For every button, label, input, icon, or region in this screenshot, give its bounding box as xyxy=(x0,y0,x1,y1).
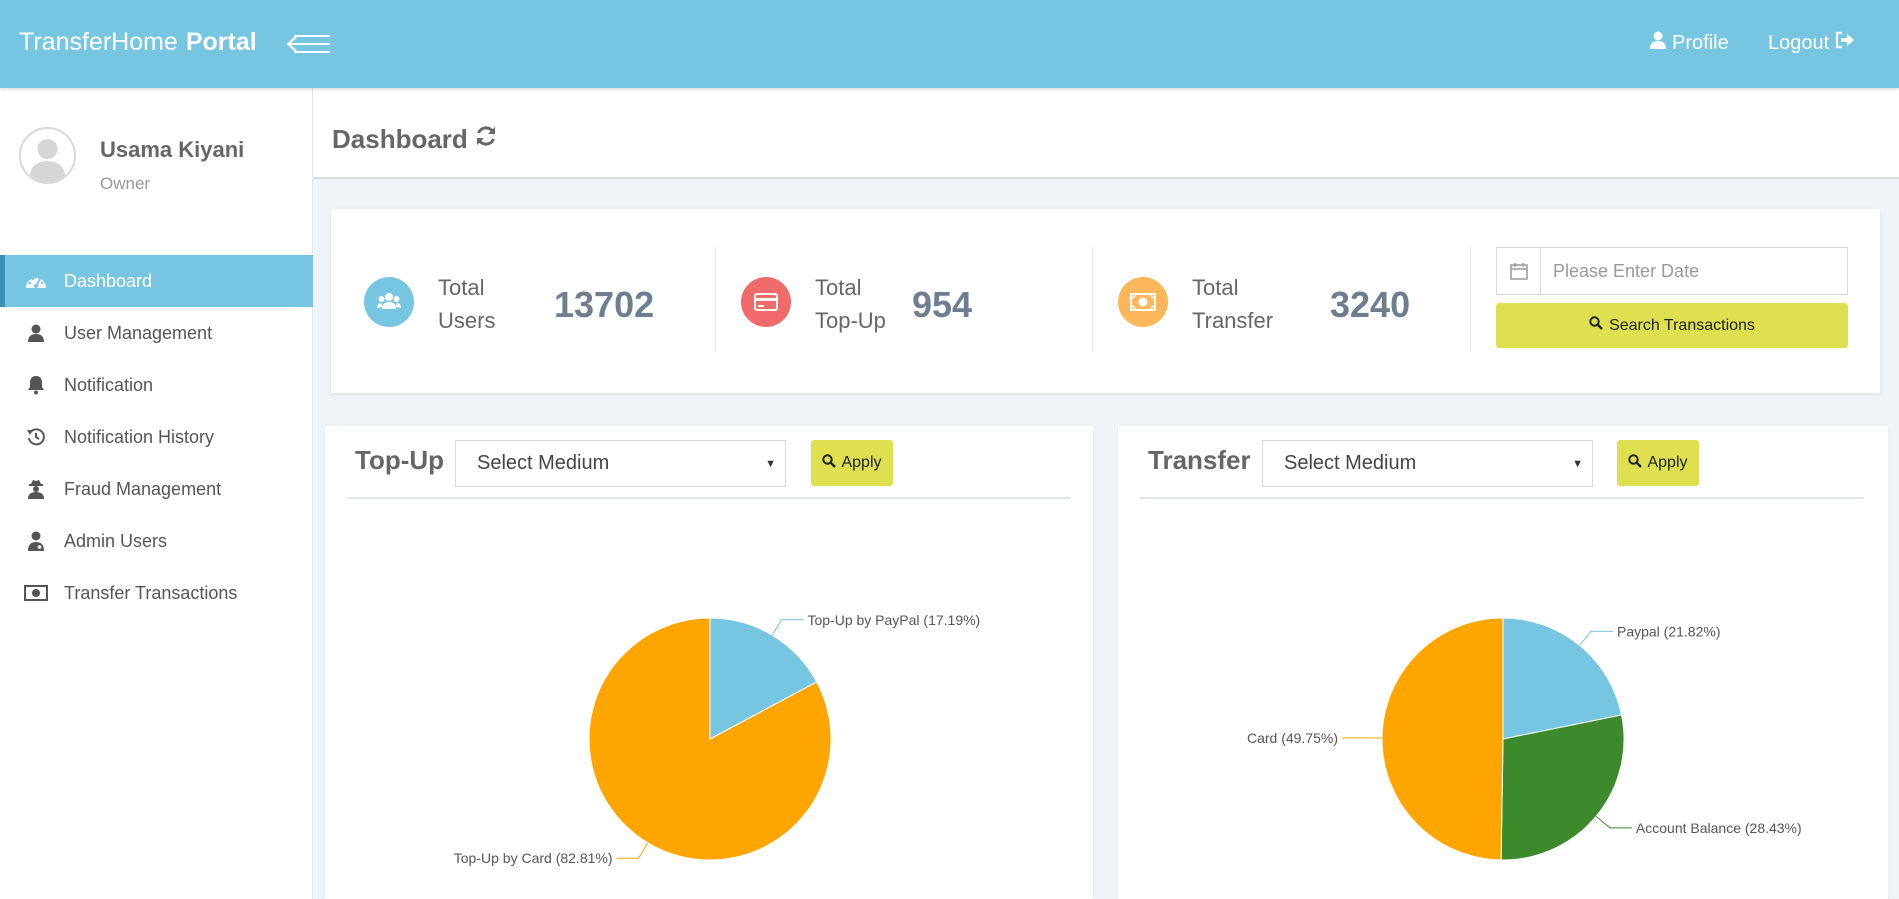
divider xyxy=(715,247,716,351)
stat-value: 13702 xyxy=(554,284,655,325)
credit-card-icon xyxy=(741,277,791,327)
logout-label: Logout xyxy=(1768,31,1830,54)
users-icon xyxy=(364,277,414,327)
sidebar-nav: Dashboard User Management Notification N… xyxy=(0,255,313,619)
stat-label: Total Top-Up xyxy=(815,275,886,333)
sidebar-item-label: User Management xyxy=(64,322,213,343)
sidebar-item-admin-users[interactable]: Admin Users xyxy=(0,515,313,567)
collapse-menu-icon[interactable] xyxy=(286,30,334,58)
pie-slice-label: Paypal (21.82%) xyxy=(1617,623,1721,639)
page-title: Dashboard xyxy=(332,124,498,155)
brand-name: TransferHome xyxy=(19,28,178,56)
pie-slice[interactable] xyxy=(1381,617,1504,861)
brand-logo[interactable]: TransferHome Portal xyxy=(19,28,257,57)
avatar[interactable] xyxy=(19,127,76,184)
divider xyxy=(1470,247,1471,351)
page-title-text: Dashboard xyxy=(332,124,468,154)
topup-pie-chart: Top-Up by PayPal (17.19%) Top-Up by Card … xyxy=(454,612,980,866)
date-field xyxy=(1496,247,1848,295)
user-secret-icon xyxy=(24,478,48,500)
page-header: Dashboard xyxy=(313,88,1899,179)
profile-label: Profile xyxy=(1672,31,1729,54)
stat-total-topup: Total Top-Up 954 xyxy=(741,249,1071,353)
pie-slice-label: Card (49.75%) xyxy=(1247,730,1338,746)
logout-link[interactable]: Logout xyxy=(1768,31,1855,55)
user-icon xyxy=(1650,31,1666,55)
sidebar-item-user-management[interactable]: User Management xyxy=(0,307,313,359)
sidebar: Usama Kiyani Owner Dashboard User Manage… xyxy=(0,88,313,899)
stat-value: 954 xyxy=(912,284,973,325)
stat-total-users: Total Users 13702 xyxy=(364,249,694,353)
dashboard-icon xyxy=(24,270,48,292)
sidebar-item-label: Transfer Transactions xyxy=(64,582,238,603)
sidebar-item-label: Admin Users xyxy=(64,530,168,551)
stat-value: 3240 xyxy=(1330,284,1411,325)
pie-leader-line xyxy=(1595,815,1632,829)
pie-leader-line xyxy=(771,619,804,636)
calendar-icon[interactable] xyxy=(1497,248,1541,294)
stat-label: Total Users xyxy=(438,275,496,333)
sign-out-icon xyxy=(1835,31,1855,55)
transfer-pie-chart: Paypal (21.82%) Account Balance (28.43%) C… xyxy=(1247,617,1802,861)
sidebar-item-label: Dashboard xyxy=(64,270,153,291)
divider xyxy=(1092,247,1093,351)
pie-slice[interactable] xyxy=(1500,714,1625,861)
sidebar-item-label: Notification History xyxy=(64,426,215,447)
stat-label: Total Transfer xyxy=(1192,275,1274,333)
pie-leader-line xyxy=(616,842,649,859)
bell-icon xyxy=(24,374,48,396)
history-icon xyxy=(24,426,48,448)
user-name: Usama Kiyani xyxy=(100,137,245,162)
sidebar-item-transfer-transactions[interactable]: Transfer Transactions xyxy=(0,567,313,619)
search-icon xyxy=(1589,316,1603,335)
stats-card: Total Users 13702 Total Top-Up 954 Total Tr… xyxy=(331,209,1880,393)
money-icon xyxy=(1118,277,1168,327)
topup-panel: Top-Up Select Medium ▼ Apply Top-Up by P… xyxy=(325,426,1093,899)
user-icon xyxy=(24,322,48,344)
profile-link[interactable]: Profile xyxy=(1650,31,1729,55)
date-input[interactable] xyxy=(1541,260,1841,282)
refresh-icon[interactable] xyxy=(474,124,498,155)
sidebar-item-label: Fraud Management xyxy=(64,478,222,499)
pie-slice-label: Top-Up by PayPal (17.19%) xyxy=(807,612,980,628)
transfer-panel: Transfer Select Medium ▼ Apply Paypal (2… xyxy=(1118,426,1888,899)
sidebar-item-label: Notification xyxy=(64,374,154,395)
pie-slice-label: Account Balance (28.43%) xyxy=(1636,820,1802,836)
user-md-icon xyxy=(24,530,48,552)
pie-leader-line xyxy=(1579,630,1613,646)
sidebar-item-dashboard[interactable]: Dashboard xyxy=(0,255,313,307)
stat-total-transfer: Total Transfer 3240 xyxy=(1118,249,1448,353)
sidebar-item-notification-history[interactable]: Notification History xyxy=(0,411,313,463)
sidebar-item-notification[interactable]: Notification xyxy=(0,359,313,411)
pie-slice-label: Top-Up by Card (82.81%) xyxy=(454,850,613,866)
search-transactions-button[interactable]: Search Transactions xyxy=(1496,303,1848,348)
search-button-label: Search Transactions xyxy=(1609,316,1755,334)
money-icon xyxy=(24,582,48,604)
sidebar-item-fraud-management[interactable]: Fraud Management xyxy=(0,463,313,515)
top-bar: TransferHome Portal Profile Logout xyxy=(0,0,1899,88)
user-role: Owner xyxy=(100,174,151,193)
brand-portal: Portal xyxy=(185,28,257,56)
